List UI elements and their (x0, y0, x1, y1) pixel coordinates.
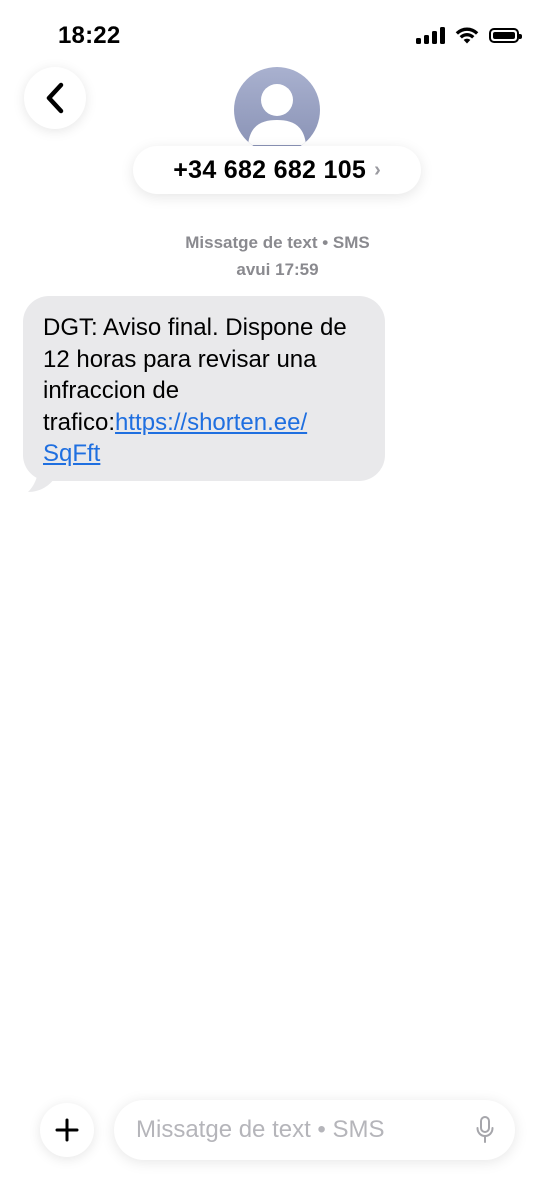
message-compose-field[interactable] (114, 1100, 515, 1160)
status-bar: 18:22 (0, 0, 555, 70)
contact-details-button[interactable]: +34 682 682 105 › (133, 146, 421, 194)
back-button[interactable] (24, 67, 86, 129)
battery-fill (493, 31, 515, 39)
contact-avatar[interactable] (234, 67, 320, 153)
message-timestamp: avui 17:59 (236, 260, 319, 279)
chevron-left-icon (46, 82, 64, 114)
wifi-icon (455, 27, 479, 44)
status-time: 18:22 (58, 22, 121, 49)
message-link-part-1: https://shorten.ee/ (115, 408, 308, 436)
person-silhouette-icon (248, 84, 306, 145)
incoming-message-bubble[interactable]: DGT: Aviso final. Dispone de 12 horas pa… (23, 296, 385, 481)
microphone-icon[interactable] (475, 1116, 495, 1144)
chevron-right-icon: › (374, 159, 381, 181)
message-input[interactable] (136, 1116, 466, 1144)
message-link-part-2: SqFft (43, 440, 101, 467)
plus-icon (55, 1118, 79, 1142)
status-icons (416, 26, 522, 44)
battery-icon (489, 27, 522, 43)
contact-number: +34 682 682 105 (173, 155, 367, 184)
service-label: Missatge de text • SMS (185, 233, 370, 252)
add-attachment-button[interactable] (40, 1103, 94, 1157)
signal-icon (416, 26, 445, 44)
